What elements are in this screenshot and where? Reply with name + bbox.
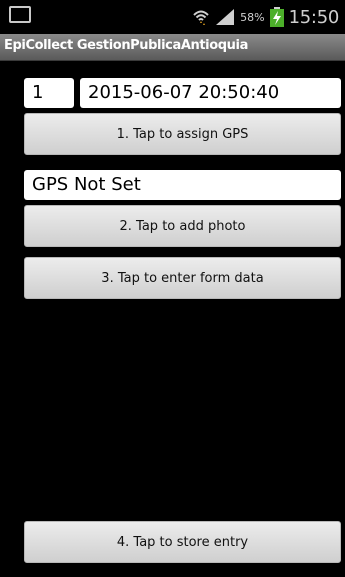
gps-status-field[interactable]: GPS Not Set: [24, 170, 341, 200]
enter-form-data-button[interactable]: 3. Tap to enter form data: [24, 257, 341, 299]
app-title-bar: EpiCollect GestionPublicaAntioquia: [0, 34, 345, 61]
battery-percent: 58%: [240, 10, 265, 24]
entry-number-field[interactable]: 1: [24, 78, 74, 108]
app-title: EpiCollect GestionPublicaAntioquia: [4, 38, 248, 53]
signal-icon: [216, 9, 235, 25]
status-icons: 58% 15:50: [192, 4, 339, 30]
status-bar: 58% 15:50: [0, 0, 345, 34]
gallery-icon: [9, 6, 31, 23]
assign-gps-button[interactable]: 1. Tap to assign GPS: [24, 113, 341, 155]
add-photo-button[interactable]: 2. Tap to add photo: [24, 205, 341, 247]
timestamp-field[interactable]: 2015-06-07 20:50:40: [80, 78, 341, 108]
battery-charging-icon: [269, 7, 284, 27]
store-entry-button[interactable]: 4. Tap to store entry: [24, 521, 341, 563]
clock: 15:50: [288, 6, 340, 28]
wifi-icon: [193, 10, 209, 25]
